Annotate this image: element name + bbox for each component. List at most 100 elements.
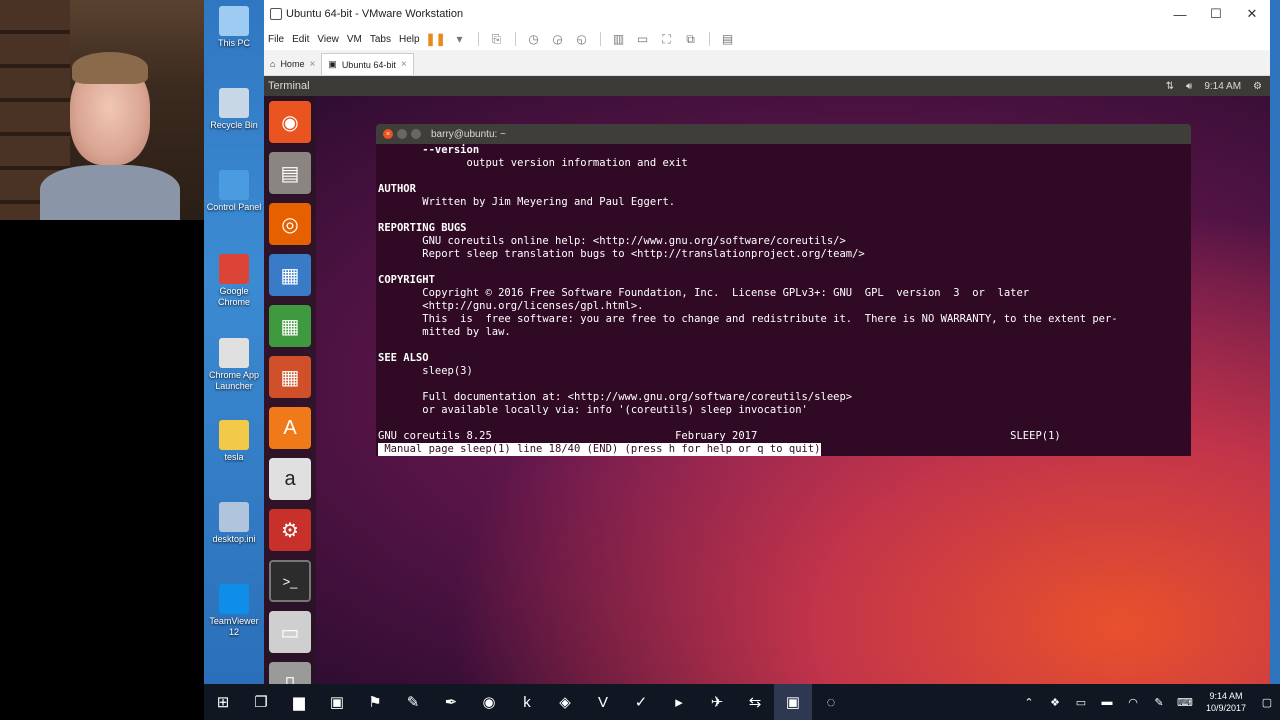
tab-home[interactable]: ⌂ Home × (264, 53, 321, 75)
maximize-icon[interactable] (411, 129, 421, 139)
chrome-taskbar-icon[interactable]: ◉ (470, 684, 508, 720)
desktop-icon[interactable]: Chrome App Launcher (204, 338, 264, 392)
snapshot-manager-icon[interactable]: ◵ (573, 31, 591, 47)
pager-status-line: Manual page sleep(1) line 18/40 (END) (p… (378, 443, 821, 456)
topbar-clock[interactable]: 9:14 AM (1204, 81, 1241, 92)
screen: This PC Recycle Bin Control Panel Google Ch… (0, 0, 1280, 720)
menu-help[interactable]: Help (395, 34, 424, 45)
desktop-icon[interactable]: tesla (204, 420, 264, 463)
software-center-icon[interactable]: A (269, 407, 311, 449)
volume-icon[interactable]: 🔊︎ (1186, 81, 1192, 92)
store-icon[interactable]: ▣ (318, 684, 356, 720)
app-icon-7[interactable]: ✈ (698, 684, 736, 720)
chrome-icon (219, 254, 249, 284)
desktop-icon-label: Recycle Bin (210, 120, 258, 130)
terminal-icon[interactable]: >_ (269, 560, 311, 602)
minimize-button[interactable]: — (1162, 0, 1198, 28)
man-section-heading: SEE ALSO (378, 352, 429, 364)
terminal-window[interactable]: × barry@ubuntu: ~ --version output versi… (376, 124, 1191, 456)
keyboard-icon[interactable]: ⌨ (1172, 696, 1198, 709)
menu-file[interactable]: File (264, 34, 288, 45)
man-section-heading: AUTHOR (378, 183, 416, 195)
notifications-icon[interactable]: ▢ (1254, 696, 1280, 709)
menu-view[interactable]: View (313, 34, 343, 45)
app-icon-9[interactable]: ◌ (812, 684, 850, 720)
desktop-icon[interactable]: Control Panel (204, 170, 264, 213)
close-tab-icon[interactable]: × (309, 59, 315, 70)
app-icon-8[interactable]: ⇆ (736, 684, 774, 720)
menu-vm[interactable]: VM (343, 34, 366, 45)
tab-ubuntu[interactable]: ▣ Ubuntu 64-bit × (321, 53, 414, 75)
desktop-icon[interactable]: TeamViewer 12 (204, 584, 264, 638)
vmware-titlebar: Ubuntu 64-bit - VMware Workstation — ☐ ✕ (264, 0, 1270, 28)
visual-studio-icon[interactable]: ◈ (546, 684, 584, 720)
desktop-icon[interactable]: Recycle Bin (204, 88, 264, 131)
app-icon-1[interactable]: ⚑ (356, 684, 394, 720)
app-icon-3[interactable]: ✒ (432, 684, 470, 720)
desktop-icon[interactable]: desktop.ini (204, 502, 264, 545)
pen-icon[interactable]: ✎ (1146, 696, 1172, 709)
desktop-icon-label: Chrome App Launcher (208, 370, 260, 391)
start-icon[interactable]: ⊞ (204, 684, 242, 720)
task-view-icon[interactable]: ❐ (242, 684, 280, 720)
close-button[interactable]: ✕ (1234, 0, 1270, 28)
desktop-icon-label: tesla (224, 452, 244, 462)
taskbar-clock[interactable]: 9:14 AM 10/9/2017 (1198, 690, 1254, 714)
vmware-icon (270, 8, 282, 20)
dropdown-icon[interactable]: ▾ (451, 31, 469, 47)
writer-icon[interactable]: ▦ (269, 254, 311, 296)
vm-icon: ▣ (328, 59, 337, 69)
network-icon[interactable]: ⇅ (1166, 81, 1174, 92)
pause-icon[interactable]: ❚❚ (426, 31, 446, 47)
close-tab-icon[interactable]: × (401, 59, 407, 70)
thumbnail-icon[interactable]: ▭ (634, 31, 652, 47)
console-view-icon[interactable]: ▤ (719, 31, 737, 47)
desktop-icon-label: Google Chrome (217, 286, 250, 307)
library-icon[interactable]: ▥ (610, 31, 628, 47)
terminal-content[interactable]: --version output version information and… (378, 144, 1189, 456)
unity-icon[interactable]: ⧉ (682, 31, 700, 47)
dropbox-icon[interactable]: ❖ (1042, 696, 1068, 709)
desktop-icon[interactable]: Google Chrome (204, 254, 264, 308)
vmware-tabbar: ⌂ Home × ▣ Ubuntu 64-bit × (264, 50, 1270, 76)
desktop-icon-label: Control Panel (206, 202, 262, 212)
menu-edit[interactable]: Edit (288, 34, 313, 45)
app-icon-4[interactable]: k (508, 684, 546, 720)
close-icon[interactable]: × (383, 129, 393, 139)
desktop-icon-label: This PC (217, 38, 250, 48)
man-text-line: sleep(3) (378, 365, 473, 377)
battery-icon[interactable]: ▬ (1094, 696, 1120, 708)
terminal-titlebar[interactable]: × barry@ubuntu: ~ (376, 124, 1191, 144)
notes-icon[interactable]: ✓ (622, 684, 660, 720)
app-icon-6[interactable]: ▸ (660, 684, 698, 720)
maximize-button[interactable]: ☐ (1198, 0, 1234, 28)
send-keys-icon[interactable]: ⎘ (488, 31, 506, 47)
settings-gear-icon[interactable]: ⚙ (1253, 81, 1262, 92)
file-explorer-icon[interactable]: ▆ (280, 684, 318, 720)
ubuntu-dash-icon[interactable]: ◉ (269, 101, 311, 143)
terminal-title: barry@ubuntu: ~ (431, 128, 506, 140)
man-section-heading: --version (378, 144, 480, 156)
fullscreen-icon[interactable]: ⛶ (658, 31, 676, 47)
amazon-icon[interactable]: a (269, 458, 311, 500)
impress-icon[interactable]: ▦ (269, 356, 311, 398)
app-icon-2[interactable]: ✎ (394, 684, 432, 720)
ubuntu-launcher: ◉▤◎▦▦▦Aa⚙>_▭▯ (264, 96, 316, 704)
snapshot-icon[interactable]: ◷ (525, 31, 543, 47)
desktop-icon[interactable]: This PC (204, 6, 264, 49)
files-icon[interactable]: ▤ (269, 152, 311, 194)
firefox-icon[interactable]: ◎ (269, 203, 311, 245)
save-icon[interactable]: ▭ (269, 611, 311, 653)
man-text-line: GNU coreutils online help: <http://www.g… (378, 235, 846, 247)
show-hidden-icons[interactable]: ⌃ (1016, 696, 1042, 709)
network-tray-icon[interactable]: ▭ (1068, 696, 1094, 709)
calc-icon[interactable]: ▦ (269, 305, 311, 347)
menu-tabs[interactable]: Tabs (366, 34, 395, 45)
man-text-line: output version information and exit (378, 157, 688, 169)
revert-snapshot-icon[interactable]: ◶ (549, 31, 567, 47)
minimize-icon[interactable] (397, 129, 407, 139)
system-settings-icon[interactable]: ⚙ (269, 509, 311, 551)
app-icon-5[interactable]: V (584, 684, 622, 720)
wifi-icon[interactable]: ◠ (1120, 696, 1146, 709)
vmware-taskbar-icon[interactable]: ▣ (774, 684, 812, 720)
